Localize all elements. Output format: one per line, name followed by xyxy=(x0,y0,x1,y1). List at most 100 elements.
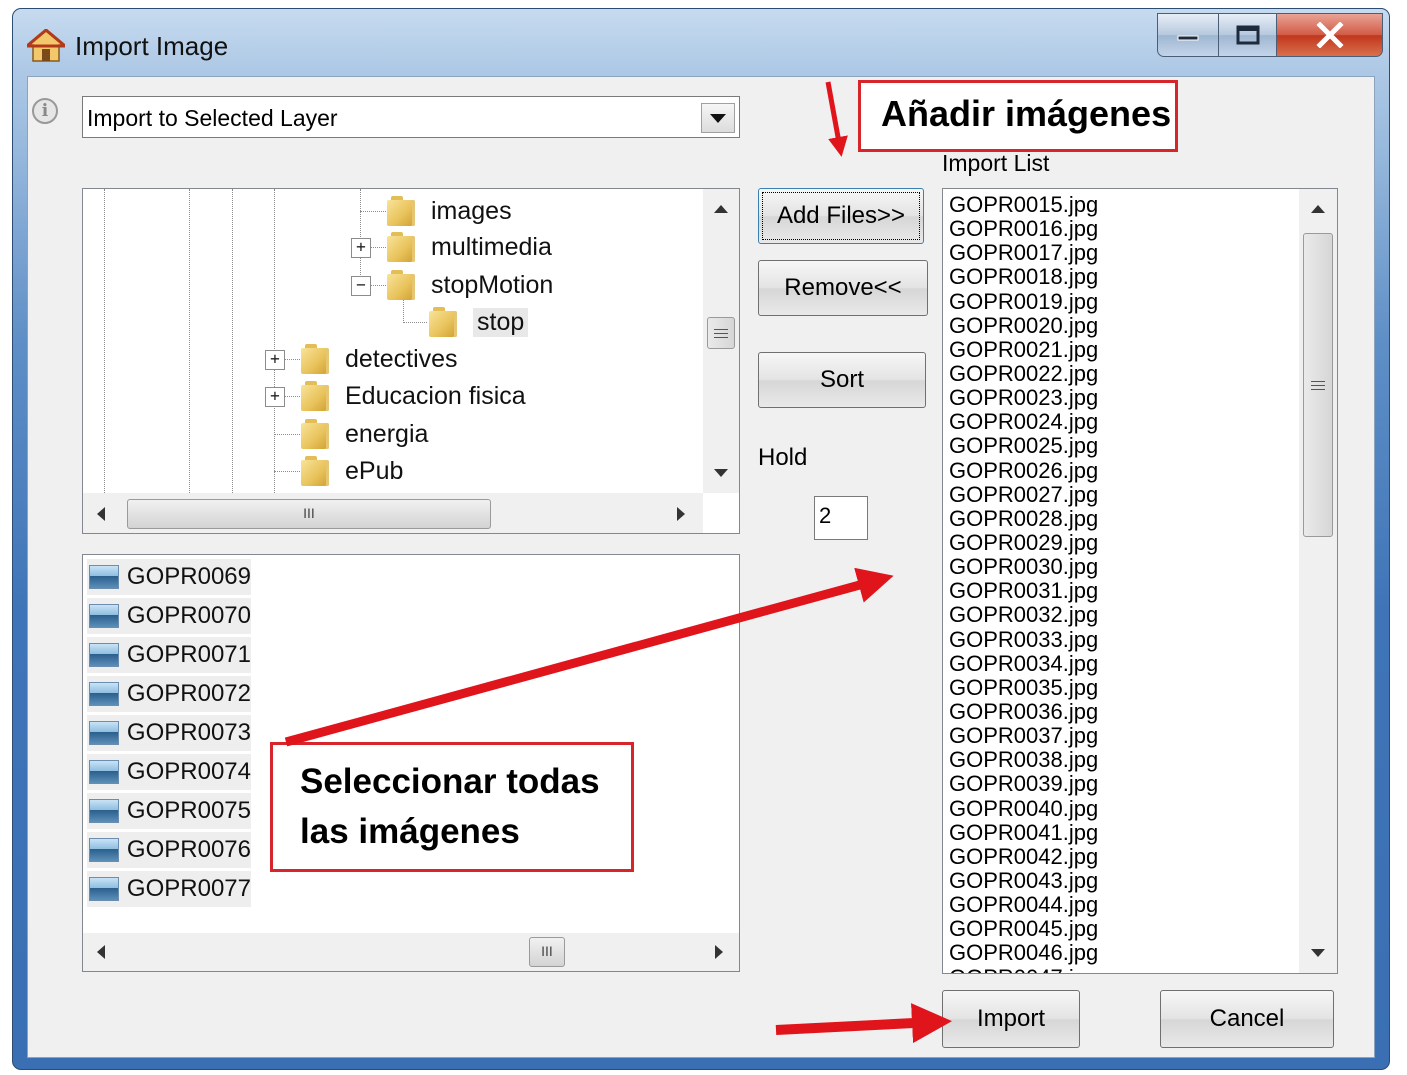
tree-item-label: ePub xyxy=(345,456,404,485)
tree-vertical-scrollbar[interactable] xyxy=(703,189,739,493)
import-list-item[interactable]: GOPR0023.jpg xyxy=(949,386,1098,410)
import-list-item[interactable]: GOPR0026.jpg xyxy=(949,458,1098,483)
list-item[interactable]: GOPR0073 xyxy=(87,715,251,751)
import-list-item[interactable]: GOPR0040.jpg xyxy=(949,796,1098,821)
tree-item-stop[interactable]: stop xyxy=(429,304,529,340)
tree-item-stopmotion[interactable]: stopMotion xyxy=(387,267,553,303)
import-list-item[interactable]: GOPR0047.jpg xyxy=(949,965,1098,973)
scroll-left-icon[interactable] xyxy=(97,945,105,959)
import-list-item[interactable]: GOPR0019.jpg xyxy=(949,289,1098,314)
import-list-item[interactable]: GOPR0038.jpg xyxy=(949,748,1098,772)
import-list-item[interactable]: GOPR0045.jpg xyxy=(949,917,1098,941)
folder-icon xyxy=(387,196,415,226)
tree-item-label: detectives xyxy=(345,344,458,373)
import-list-item[interactable]: GOPR0021.jpg xyxy=(949,337,1098,362)
import-list-item[interactable]: GOPR0033.jpg xyxy=(949,627,1098,652)
scroll-down-icon[interactable] xyxy=(1311,949,1325,957)
list-item[interactable]: GOPR0077 xyxy=(87,871,251,907)
import-list-item[interactable]: GOPR0034.jpg xyxy=(949,651,1098,676)
import-list-item[interactable]: GOPR0037.jpg xyxy=(949,724,1098,748)
add-files-button[interactable]: Add Files>> xyxy=(758,188,924,244)
list-item[interactable]: GOPR0070 xyxy=(87,598,251,634)
list-item[interactable]: GOPR0071 xyxy=(87,637,251,673)
annotation-line: las imágenes xyxy=(300,812,520,851)
scroll-right-icon[interactable] xyxy=(677,507,685,521)
tree-collapse-stopmotion[interactable]: − xyxy=(351,276,371,296)
remove-button[interactable]: Remove<< xyxy=(758,260,928,316)
import-mode-value: Import to Selected Layer xyxy=(87,105,338,131)
import-list-item[interactable]: GOPR0028.jpg xyxy=(949,506,1098,531)
image-file-icon xyxy=(89,721,119,745)
import-list[interactable]: GOPR0015.jpg GOPR0016.jpg GOPR0017.jpg GOPR… xyxy=(942,188,1338,974)
import-list-item[interactable]: GOPR0039.jpg xyxy=(949,772,1098,796)
window-title: Import Image xyxy=(75,31,229,61)
import-list-item[interactable]: GOPR0032.jpg xyxy=(949,603,1098,627)
tree-item-label: Educacion fisica xyxy=(345,381,526,410)
list-item[interactable]: GOPR0074 xyxy=(87,754,251,790)
import-list-item[interactable]: GOPR0030.jpg xyxy=(949,555,1098,579)
tree-expand-educacion-fisica[interactable]: + xyxy=(265,387,285,407)
file-name: GOPR0070 xyxy=(126,602,251,629)
import-list-item[interactable]: GOPR0025.jpg xyxy=(949,434,1098,458)
tree-expand-detectives[interactable]: + xyxy=(265,350,285,370)
import-list-item[interactable]: GOPR0017.jpg xyxy=(949,241,1098,265)
tree-horizontal-scrollbar[interactable]: III xyxy=(83,493,703,533)
maximize-button[interactable] xyxy=(1219,13,1277,57)
minimize-button[interactable] xyxy=(1157,13,1219,57)
list-item[interactable]: GOPR0069 xyxy=(87,559,251,595)
scroll-up-icon[interactable] xyxy=(714,205,728,213)
import-list-item[interactable]: GOPR0022.jpg xyxy=(949,361,1098,386)
import-list-item[interactable]: GOPR0041.jpg xyxy=(949,820,1098,845)
import-list-item[interactable]: GOPR0044.jpg xyxy=(949,893,1098,917)
import-list-vertical-scrollbar[interactable] xyxy=(1299,189,1337,973)
scroll-left-icon[interactable] xyxy=(97,507,105,521)
tree-item-multimedia[interactable]: multimedia xyxy=(387,229,552,265)
import-list-item[interactable]: GOPR0029.jpg xyxy=(949,530,1098,555)
annotation-add-images: Añadir imágenes xyxy=(858,80,1178,152)
tree-expand-multimedia[interactable]: + xyxy=(351,238,371,258)
tree-item-images[interactable]: images xyxy=(387,193,512,229)
folder-tree[interactable]: images + multimedia − stopMotion stop + … xyxy=(82,188,740,534)
import-mode-select[interactable]: Import to Selected Layer xyxy=(82,96,740,138)
tree-item-energia[interactable]: energia xyxy=(301,416,428,452)
tree-item-detectives[interactable]: detectives xyxy=(301,341,458,377)
scroll-up-icon[interactable] xyxy=(1311,205,1325,213)
tree-hscroll-thumb[interactable]: III xyxy=(127,499,491,529)
file-list-horizontal-scrollbar[interactable]: III xyxy=(83,933,739,971)
folder-icon xyxy=(387,232,415,262)
image-file-icon xyxy=(89,682,119,706)
import-list-item[interactable]: GOPR0031.jpg xyxy=(949,579,1098,603)
import-list-vscroll-thumb[interactable] xyxy=(1303,233,1333,537)
import-list-item[interactable]: GOPR0024.jpg xyxy=(949,410,1098,434)
close-button[interactable] xyxy=(1277,13,1383,57)
sort-button[interactable]: Sort xyxy=(758,352,926,408)
import-list-item[interactable]: GOPR0018.jpg xyxy=(949,265,1098,289)
import-button[interactable]: Import xyxy=(942,990,1080,1048)
import-list-item[interactable]: GOPR0027.jpg xyxy=(949,482,1098,507)
scroll-right-icon[interactable] xyxy=(715,945,723,959)
import-list-item[interactable]: GOPR0046.jpg xyxy=(949,941,1098,965)
import-list-item[interactable]: GOPR0015.jpg xyxy=(949,192,1098,217)
list-item[interactable]: GOPR0072 xyxy=(87,676,251,712)
file-name: GOPR0069 xyxy=(126,563,251,590)
import-list-item[interactable]: GOPR0020.jpg xyxy=(949,313,1098,338)
file-list-hscroll-thumb[interactable]: III xyxy=(529,937,565,967)
tree-item-epub[interactable]: ePub xyxy=(301,453,403,489)
import-list-item[interactable]: GOPR0042.jpg xyxy=(949,844,1098,869)
cancel-button[interactable]: Cancel xyxy=(1160,990,1334,1048)
file-name: GOPR0076 xyxy=(126,836,251,863)
list-item[interactable]: GOPR0076 xyxy=(87,832,251,868)
import-list-item[interactable]: GOPR0036.jpg xyxy=(949,699,1098,724)
title-bar[interactable]: Import Image xyxy=(13,9,1389,77)
list-item[interactable]: GOPR0075 xyxy=(87,793,251,829)
hold-input[interactable]: 2 xyxy=(814,496,868,540)
dropdown-button[interactable] xyxy=(701,103,735,133)
tree-vscroll-thumb[interactable] xyxy=(707,317,735,349)
import-list-item[interactable]: GOPR0035.jpg xyxy=(949,675,1098,700)
import-list-item[interactable]: GOPR0043.jpg xyxy=(949,868,1098,893)
annotation-select-all: Seleccionar todas las imágenes xyxy=(270,742,634,872)
tree-item-label: stopMotion xyxy=(431,270,554,299)
tree-item-educacion-fisica[interactable]: Educacion fisica xyxy=(301,378,526,414)
import-list-item[interactable]: GOPR0016.jpg xyxy=(949,217,1098,241)
scroll-down-icon[interactable] xyxy=(714,469,728,477)
